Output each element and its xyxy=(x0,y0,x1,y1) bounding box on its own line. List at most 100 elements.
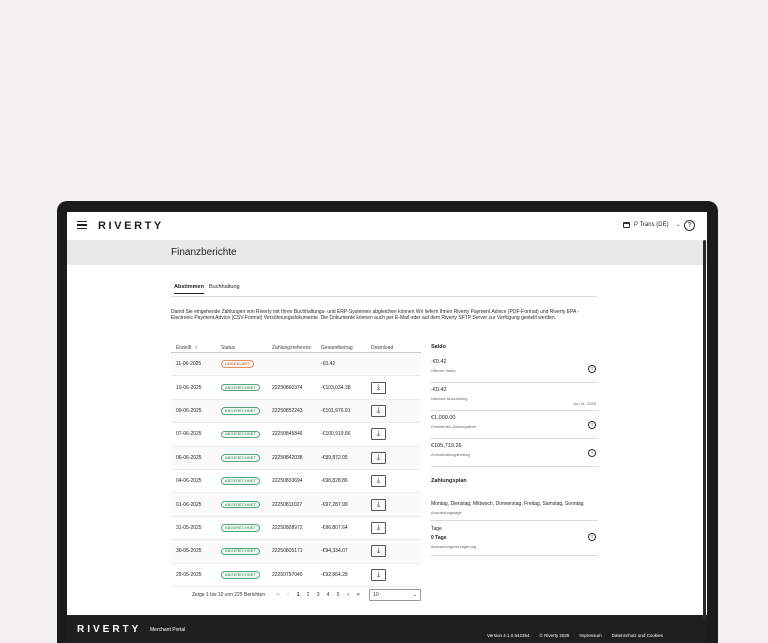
header-download: Download xyxy=(371,344,394,351)
saldo-amount: -€0.42 xyxy=(431,359,447,365)
header-zahlungsreferenz: Zahlungsreferenz xyxy=(272,344,311,351)
cell-reference: 22250811027 xyxy=(272,501,303,508)
header-erstellt[interactable]: Erstellt ⇕ xyxy=(171,345,221,351)
next-page-icon[interactable]: › xyxy=(343,592,353,598)
download-icon[interactable]: ⤓ xyxy=(371,404,386,417)
scrollbar[interactable] xyxy=(703,240,706,620)
page-header: Finanzberichte xyxy=(67,240,707,265)
cell-download: ⤓ xyxy=(371,545,421,558)
status-badge: ABGERECHNET xyxy=(221,500,261,509)
status-badge: ABGERECHNET xyxy=(221,383,261,392)
reports-table: Erstellt ⇕ Status Zahlungsreferenz Gesamt… xyxy=(171,343,421,587)
payout-days: Montag, Dienstag, Mittwoch, Donnerstag, … xyxy=(431,501,584,507)
help-icon[interactable]: ? xyxy=(684,220,695,231)
cell-date: 10-06-2025 xyxy=(176,384,202,391)
tage-title: Tage xyxy=(431,526,442,532)
sort-icon[interactable]: ⇕ xyxy=(194,345,198,351)
table-header: Erstellt ⇕ Status Zahlungsreferenz Gesamt… xyxy=(171,343,421,353)
footer-impressum-link[interactable]: Impressum xyxy=(579,633,601,638)
saldo-title: Saldo xyxy=(431,344,446,350)
zahlungsplan-panel: Zahlungsplan Montag, Dienstag, Mittwoch,… xyxy=(431,478,598,556)
prev-page-icon[interactable]: ‹ xyxy=(283,592,293,598)
table-row: 06-06-2025 ABGERECHNET 22250842038 -€99,872… xyxy=(171,446,421,470)
status-badge: ABGERECHNET xyxy=(221,430,261,439)
table-row: 09-06-2025 ABGERECHNET 22250852243 -€101,97… xyxy=(171,399,421,424)
download-icon[interactable]: ⤓ xyxy=(371,381,386,394)
tab-abstimmen[interactable]: Abstimmen xyxy=(174,284,204,294)
cell-status: UNGEKLÄRT xyxy=(221,360,272,368)
status-badge: ABGERECHNET xyxy=(221,453,261,462)
payout-delay: Tage 0 Tage Auszahlungsverzögerung i xyxy=(431,521,598,556)
header-status: Status xyxy=(221,344,236,351)
download-icon[interactable]: ⤓ xyxy=(371,545,386,558)
saldo-label: Erweitertes Zahlungslimit xyxy=(431,424,476,429)
table-row: 07-06-2025 ABGERECHNET 22250845846 -€100,91… xyxy=(171,423,421,447)
page-2[interactable]: 2 xyxy=(303,592,313,598)
cell-date: 31-05-2025 xyxy=(176,524,202,531)
download-icon[interactable]: ⤓ xyxy=(371,568,386,581)
cell-reference: 22250805171 xyxy=(272,548,303,555)
last-page-icon[interactable]: » xyxy=(353,592,363,598)
cell-date: 06-06-2025 xyxy=(176,454,202,461)
cell-amount: -€97,287.99 xyxy=(321,501,348,508)
page-title: Finanzberichte xyxy=(171,247,237,258)
page-5[interactable]: 5 xyxy=(333,592,343,598)
cell-download: ⤓ xyxy=(371,381,421,394)
cell-date: 30-05-2025 xyxy=(176,548,202,555)
cell-download: ⤓ xyxy=(371,498,421,511)
tage-label: Auszahlungsverzögerung xyxy=(431,544,477,549)
cell-amount: -€96,807.64 xyxy=(321,524,348,531)
tab-bar: Abstimmen Buchhaltung xyxy=(171,284,597,297)
chevron-down-icon: ⌄ xyxy=(675,222,681,228)
table-row: 30-05-2025 ABGERECHNET 22250805171 -€94,334… xyxy=(171,540,421,564)
cell-reference: 22250845846 xyxy=(272,431,303,438)
cell-status: ABGERECHNET xyxy=(221,570,272,579)
tab-buchhaltung[interactable]: Buchhaltung xyxy=(209,284,240,293)
merchant-name: P Trans (DE) xyxy=(634,221,669,228)
download-icon[interactable]: ⤓ xyxy=(371,521,386,534)
merchant-selector[interactable]: P Trans (DE) ⌄ xyxy=(623,221,681,228)
cell-reference: 22250860374 xyxy=(272,384,303,391)
cell-status: ABGERECHNET xyxy=(221,547,272,556)
saldo-date: Jun 11, 2025 xyxy=(573,401,596,406)
table-body: 11-06-2025 UNGEKLÄRT -€0.42 10-06-2025 ABGER… xyxy=(171,353,421,587)
info-icon[interactable]: i xyxy=(588,421,596,429)
cell-amount: -€103,034.38 xyxy=(321,384,351,391)
cell-amount: -€101,976.91 xyxy=(321,407,351,414)
cell-status: ABGERECHNET xyxy=(221,407,272,415)
cell-amount: -€0.42 xyxy=(321,361,336,368)
saldo-item-open: -€0.42 Offener Saldo i xyxy=(431,355,598,383)
download-icon[interactable]: ⤓ xyxy=(371,428,386,441)
footer-privacy-link[interactable]: Datenschutz und Cookies xyxy=(612,633,663,638)
info-icon[interactable]: i xyxy=(588,365,596,373)
cell-amount: -€99,872.05 xyxy=(321,454,348,461)
table-row: 29-05-2025 ABGERECHNET 22250797040 -€92,864… xyxy=(171,564,421,587)
download-icon[interactable]: ⤓ xyxy=(371,498,386,511)
pagination: Zeige 1 bis 10 von 225 Berichten « ‹ 1 2… xyxy=(192,589,422,601)
tage-value: 0 Tage xyxy=(431,535,447,541)
saldo-amount: €105,719.26 xyxy=(431,443,462,449)
info-icon[interactable]: i xyxy=(588,449,596,457)
first-page-icon[interactable]: « xyxy=(273,592,283,598)
page-3[interactable]: 3 xyxy=(313,592,323,598)
footer-copyright: © Riverty 2025 xyxy=(539,633,570,638)
cell-date: 09-06-2025 xyxy=(176,407,202,414)
download-icon[interactable]: ⤓ xyxy=(371,451,386,464)
cell-download: ⤓ xyxy=(371,404,421,417)
download-icon[interactable]: ⤓ xyxy=(371,475,386,488)
page-size-select[interactable]: 10 ⌄ xyxy=(369,589,422,601)
saldo-panel: Saldo -€0.42 Offener Saldo i -€0.42 Näch… xyxy=(431,343,598,467)
table-row: 10-06-2025 ABGERECHNET 22250860374 -€103,03… xyxy=(171,376,421,400)
menu-icon[interactable] xyxy=(77,221,87,230)
info-icon[interactable]: i xyxy=(588,533,596,541)
cell-status: ABGERECHNET xyxy=(221,524,272,532)
saldo-label: Zurückhaltungsbetrag xyxy=(431,452,470,457)
cell-amount: -€94,334.07 xyxy=(321,548,348,555)
page-4[interactable]: 4 xyxy=(323,592,333,598)
cell-date: 11-06-2025 xyxy=(176,361,202,368)
cell-download: ⤓ xyxy=(371,521,421,534)
riverty-logo[interactable]: RIVERTY xyxy=(98,220,164,232)
status-badge: ABGERECHNET xyxy=(221,477,261,485)
page-1[interactable]: 1 xyxy=(293,592,303,598)
cell-amount: -€92,864.28 xyxy=(321,571,348,578)
